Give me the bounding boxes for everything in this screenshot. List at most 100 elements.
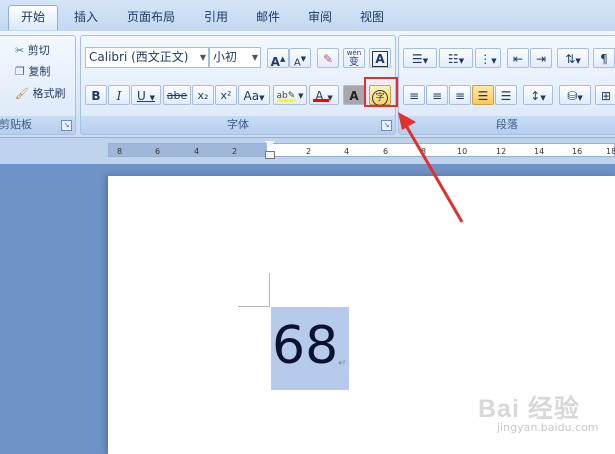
underline-label: U bbox=[136, 89, 146, 103]
clipboard-dialog-launcher[interactable]: ↘ bbox=[61, 120, 72, 131]
paragraph-mark: ↵ bbox=[338, 358, 347, 369]
ruler-tick: 6 bbox=[383, 147, 389, 156]
ruler-tick: 2 bbox=[306, 147, 312, 156]
border-icon: ⊞ bbox=[600, 89, 612, 103]
strikethrough-button[interactable]: abe bbox=[163, 85, 191, 105]
change-case-label: Aa bbox=[243, 89, 260, 103]
sort-button[interactable]: ⇅▼ bbox=[557, 48, 589, 68]
distributed-button[interactable]: ☰ bbox=[495, 85, 517, 105]
tab-review[interactable]: 审阅 bbox=[298, 6, 342, 28]
bold-button[interactable]: B bbox=[85, 85, 107, 105]
borders-button[interactable]: ⊞ bbox=[595, 85, 615, 105]
ruler-tick: 4 bbox=[194, 147, 200, 156]
shading-button[interactable]: ⛁▼ bbox=[559, 85, 591, 105]
document-text[interactable]: 68 bbox=[272, 316, 338, 376]
chevron-down-icon: ▼ bbox=[540, 94, 546, 102]
chevron-down-icon: ▼ bbox=[149, 94, 155, 102]
chevron-down-icon: ▼ bbox=[199, 53, 206, 62]
superscript-button[interactable]: x² bbox=[215, 85, 237, 105]
ruler-tick: 4 bbox=[344, 147, 350, 156]
line-spacing-icon: ↕ bbox=[530, 89, 541, 103]
callout-arrow bbox=[398, 112, 464, 223]
font-group: Calibri (西文正文) ▼ 小初 ▼ A▲ A▼ ✎ wén 变 A B I… bbox=[80, 35, 396, 135]
bullet-list-icon: ☰ bbox=[411, 52, 423, 66]
clear-formatting-button[interactable]: ✎ bbox=[317, 48, 339, 68]
font-name-value: Calibri (西文正文) bbox=[89, 50, 189, 64]
grow-font-button[interactable]: A▲ bbox=[267, 48, 289, 69]
tab-insert[interactable]: 插入 bbox=[64, 6, 108, 28]
outdent-icon: ⇤ bbox=[512, 52, 524, 66]
ruler-tick: 12 bbox=[496, 147, 507, 156]
ruler-tick: 14 bbox=[534, 147, 545, 156]
highlight-color-bar bbox=[277, 99, 295, 102]
tab-page-layout[interactable]: 页面布局 bbox=[116, 6, 186, 28]
copy-button[interactable]: ❐ 复制 bbox=[15, 63, 50, 79]
character-border-label: A bbox=[372, 51, 388, 67]
grow-font-label: A bbox=[270, 55, 280, 69]
ribbon-tab-bar: 开始 插入 页面布局 引用 邮件 审阅 视图 bbox=[0, 0, 615, 32]
multilevel-list-button[interactable]: ⋮▼ bbox=[475, 48, 501, 68]
pilcrow-icon: ¶ bbox=[600, 52, 608, 66]
decrease-indent-button[interactable]: ⇤ bbox=[507, 48, 529, 68]
change-case-button[interactable]: Aa▼ bbox=[238, 85, 270, 105]
ruler-tick: 8 bbox=[117, 147, 123, 156]
ruler-tick: 18 bbox=[606, 147, 615, 156]
chevron-down-icon: ▼ bbox=[577, 94, 583, 102]
chevron-down-icon: ▼ bbox=[575, 57, 581, 65]
tab-references[interactable]: 引用 bbox=[194, 6, 238, 28]
chevron-down-icon: ▼ bbox=[422, 57, 429, 65]
chevron-down-icon: ▼ bbox=[251, 53, 258, 62]
ribbon: ✂ 剪切 ❐ 复制 🖌 格式刷 剪贴板 ↘ Calibri (西文正文) ▼ 小… bbox=[0, 31, 615, 138]
font-name-box[interactable]: Calibri (西文正文) ▼ bbox=[85, 47, 209, 68]
subscript-button[interactable]: x₂ bbox=[192, 85, 214, 105]
text-highlight-button[interactable]: ab✎ ▼ bbox=[273, 85, 307, 105]
numbering-button[interactable]: ☷▼ bbox=[439, 48, 473, 68]
paintbrush-icon: 🖌 bbox=[15, 87, 29, 100]
ruler-tick: 16 bbox=[572, 147, 583, 156]
watermark-logo: Bai 经验 bbox=[478, 395, 580, 423]
distributed-icon: ☰ bbox=[500, 89, 512, 103]
underline-button[interactable]: U ▼ bbox=[131, 85, 161, 105]
shrink-font-button[interactable]: A▼ bbox=[289, 48, 311, 68]
character-border-button[interactable]: A bbox=[369, 48, 391, 68]
hanging-indent-marker[interactable] bbox=[265, 151, 275, 159]
chevron-down-icon: ▼ bbox=[298, 92, 304, 100]
tab-mailings[interactable]: 邮件 bbox=[246, 6, 290, 28]
font-color-button[interactable]: A ▼ bbox=[309, 85, 339, 105]
font-size-value: 小初 bbox=[213, 50, 238, 64]
tab-home[interactable]: 开始 bbox=[8, 5, 58, 30]
character-shading-label: A bbox=[349, 89, 359, 103]
page-corner-mark bbox=[269, 273, 270, 307]
cut-button[interactable]: ✂ 剪切 bbox=[15, 42, 50, 58]
format-painter-button[interactable]: 🖌 格式刷 bbox=[15, 85, 65, 101]
clipboard-group: ✂ 剪切 ❐ 复制 🖌 格式刷 剪贴板 ↘ bbox=[0, 35, 76, 135]
tab-view[interactable]: 视图 bbox=[350, 6, 394, 28]
show-marks-button[interactable]: ¶ bbox=[593, 48, 615, 68]
chevron-down-icon: ▼ bbox=[491, 57, 497, 65]
cut-label: 剪切 bbox=[27, 44, 50, 57]
phonetic-guide-button[interactable]: wén 变 bbox=[343, 48, 365, 68]
watermark-url: jingyan.baidu.com bbox=[497, 421, 599, 434]
shrink-font-label: A bbox=[293, 57, 301, 69]
sort-icon: ⇅ bbox=[565, 52, 576, 66]
line-spacing-button[interactable]: ↕▼ bbox=[523, 85, 553, 105]
ruler-margin-left bbox=[109, 144, 267, 156]
superscript-label: x² bbox=[220, 89, 232, 102]
font-color-bar bbox=[313, 99, 329, 102]
increase-indent-button[interactable]: ⇥ bbox=[530, 48, 552, 68]
horizontal-ruler[interactable]: 8 6 4 2 2 4 6 8 10 12 14 16 18 bbox=[108, 141, 615, 159]
eraser-icon: ✎ bbox=[322, 52, 334, 66]
strikethrough-label: abe bbox=[166, 89, 188, 102]
ruler-tick: 2 bbox=[232, 147, 238, 156]
italic-button[interactable]: I bbox=[108, 85, 130, 105]
font-size-box[interactable]: 小初 ▼ bbox=[209, 47, 261, 68]
character-shading-button[interactable]: A bbox=[343, 85, 365, 105]
first-line-indent-marker[interactable] bbox=[265, 141, 275, 148]
chevron-down-icon: ▼ bbox=[259, 94, 265, 102]
ruler-tick: 6 bbox=[155, 147, 161, 156]
phonetic-guide-pinyin: wén bbox=[346, 49, 362, 57]
subscript-label: x₂ bbox=[197, 89, 209, 102]
copy-icon: ❐ bbox=[15, 65, 25, 78]
format-painter-label: 格式刷 bbox=[32, 87, 66, 100]
bullets-button[interactable]: ☰▼ bbox=[403, 48, 437, 68]
